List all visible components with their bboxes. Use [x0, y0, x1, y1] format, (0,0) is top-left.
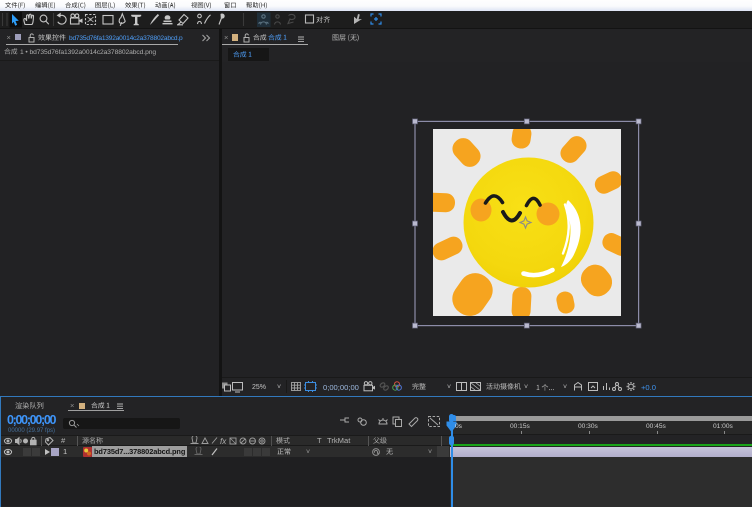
svg-text:fx: fx: [220, 437, 227, 446]
